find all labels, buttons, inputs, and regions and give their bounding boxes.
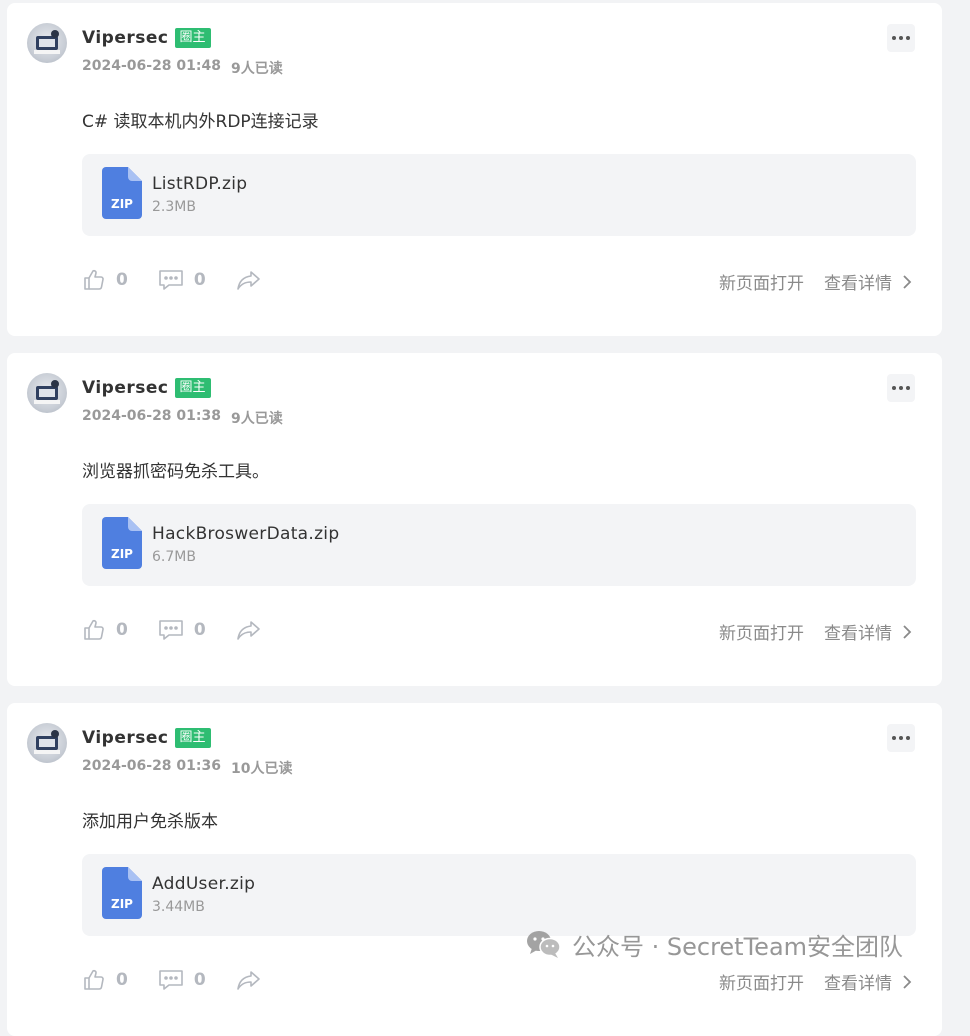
chevron-right-icon (903, 274, 912, 289)
post-card: Vipersec 圈主 2024-06-28 01:36 10人已读 添加用户免… (7, 703, 942, 1036)
file-name: HackBroswerData.zip (152, 524, 340, 544)
author-row: Vipersec 圈主 (82, 378, 211, 398)
watermark-text: 公众号 · SecretTeam安全团队 (572, 932, 904, 961)
like-count: 0 (116, 270, 128, 290)
zip-file-icon: ZIP (102, 867, 142, 919)
post-text: 添加用户免杀版本 (82, 812, 218, 832)
post-date: 2024-06-28 01:48 (82, 58, 221, 74)
like-button[interactable]: 0 (82, 618, 128, 642)
file-size: 2.3MB (152, 199, 196, 215)
post-card: Vipersec 圈主 2024-06-28 01:38 9人已读 浏览器抓密码… (7, 353, 942, 686)
more-options-button[interactable] (887, 724, 915, 752)
comment-button[interactable]: 0 (158, 968, 206, 992)
post-text: 浏览器抓密码免杀工具。 (82, 462, 269, 482)
post-actions: 0 0 (82, 966, 292, 994)
file-attachment[interactable]: ZIP HackBroswerData.zip 6.7MB (82, 504, 916, 586)
view-details-label: 查看详情 (824, 624, 892, 644)
comment-button[interactable]: 0 (158, 618, 206, 642)
more-dot (906, 36, 910, 40)
more-options-button[interactable] (887, 24, 915, 52)
file-attachment[interactable]: ZIP AddUser.zip 3.44MB (82, 854, 916, 936)
comment-icon (159, 270, 183, 290)
file-name: AddUser.zip (152, 874, 256, 894)
more-dot (899, 736, 903, 740)
share-icon (236, 971, 260, 990)
post-text: C# 读取本机内外RDP连接记录 (82, 112, 319, 132)
chevron-right-icon (903, 624, 912, 639)
share-button[interactable] (236, 268, 262, 292)
thumbs-up-icon (84, 969, 104, 990)
comment-count: 0 (193, 270, 206, 290)
more-dot (892, 736, 896, 740)
post-meta: 2024-06-28 01:36 10人已读 (82, 758, 292, 778)
open-new-page-link[interactable]: 新页面打开 (719, 269, 804, 294)
more-dot (899, 36, 903, 40)
open-new-page-link[interactable]: 新页面打开 (719, 619, 804, 644)
file-name: ListRDP.zip (152, 174, 248, 194)
file-attachment[interactable]: ZIP ListRDP.zip 2.3MB (82, 154, 916, 236)
view-details-link[interactable]: 查看详情 (824, 269, 912, 294)
read-count: 9人已读 (231, 411, 283, 427)
file-type-label: ZIP (111, 897, 133, 911)
post-actions: 0 0 (82, 266, 292, 294)
post-meta: 2024-06-28 01:38 9人已读 (82, 408, 283, 428)
more-dot (906, 736, 910, 740)
post-meta: 2024-06-28 01:48 9人已读 (82, 58, 283, 78)
avatar[interactable] (27, 723, 67, 763)
comment-icon (159, 970, 183, 990)
post-links: 新页面打开 查看详情 (719, 269, 912, 294)
author-name[interactable]: Vipersec (82, 728, 169, 748)
more-dot (892, 386, 896, 390)
owner-badge: 圈主 (174, 28, 211, 48)
read-count: 9人已读 (231, 61, 283, 77)
like-button[interactable]: 0 (82, 268, 128, 292)
post-links: 新页面打开 查看详情 (719, 619, 912, 644)
avatar[interactable] (27, 373, 67, 413)
more-dot (906, 386, 910, 390)
watermark: 公众号 · SecretTeam安全团队 (526, 928, 904, 961)
owner-badge: 圈主 (174, 728, 211, 748)
author-row: Vipersec 圈主 (82, 28, 211, 48)
comment-count: 0 (193, 620, 206, 640)
comment-button[interactable]: 0 (158, 268, 206, 292)
thumbs-up-icon (84, 619, 104, 640)
file-type-label: ZIP (111, 547, 133, 561)
view-details-link[interactable]: 查看详情 (824, 619, 912, 644)
author-name[interactable]: Vipersec (82, 28, 169, 48)
post-date: 2024-06-28 01:38 (82, 408, 221, 424)
more-options-button[interactable] (887, 374, 915, 402)
share-icon (236, 271, 260, 290)
thumbs-up-icon (84, 269, 104, 290)
zip-file-icon: ZIP (102, 167, 142, 219)
author-name[interactable]: Vipersec (82, 378, 169, 398)
share-button[interactable] (236, 618, 262, 642)
share-icon (236, 621, 260, 640)
more-dot (899, 386, 903, 390)
more-dot (892, 36, 896, 40)
file-size: 3.44MB (152, 899, 205, 915)
comment-icon (159, 620, 183, 640)
file-type-label: ZIP (111, 197, 133, 211)
view-details-label: 查看详情 (824, 274, 892, 294)
post-actions: 0 0 (82, 616, 292, 644)
wechat-icon (527, 931, 561, 958)
comment-count: 0 (193, 970, 206, 990)
author-row: Vipersec 圈主 (82, 728, 211, 748)
read-count: 10人已读 (231, 761, 293, 777)
post-card: Vipersec 圈主 2024-06-28 01:48 9人已读 C# 读取本… (7, 3, 942, 336)
file-size: 6.7MB (152, 549, 196, 565)
post-date: 2024-06-28 01:36 (82, 758, 221, 774)
like-count: 0 (116, 970, 128, 990)
avatar[interactable] (27, 23, 67, 63)
owner-badge: 圈主 (174, 378, 211, 398)
share-button[interactable] (236, 968, 262, 992)
like-button[interactable]: 0 (82, 968, 128, 992)
zip-file-icon: ZIP (102, 517, 142, 569)
like-count: 0 (116, 620, 128, 640)
